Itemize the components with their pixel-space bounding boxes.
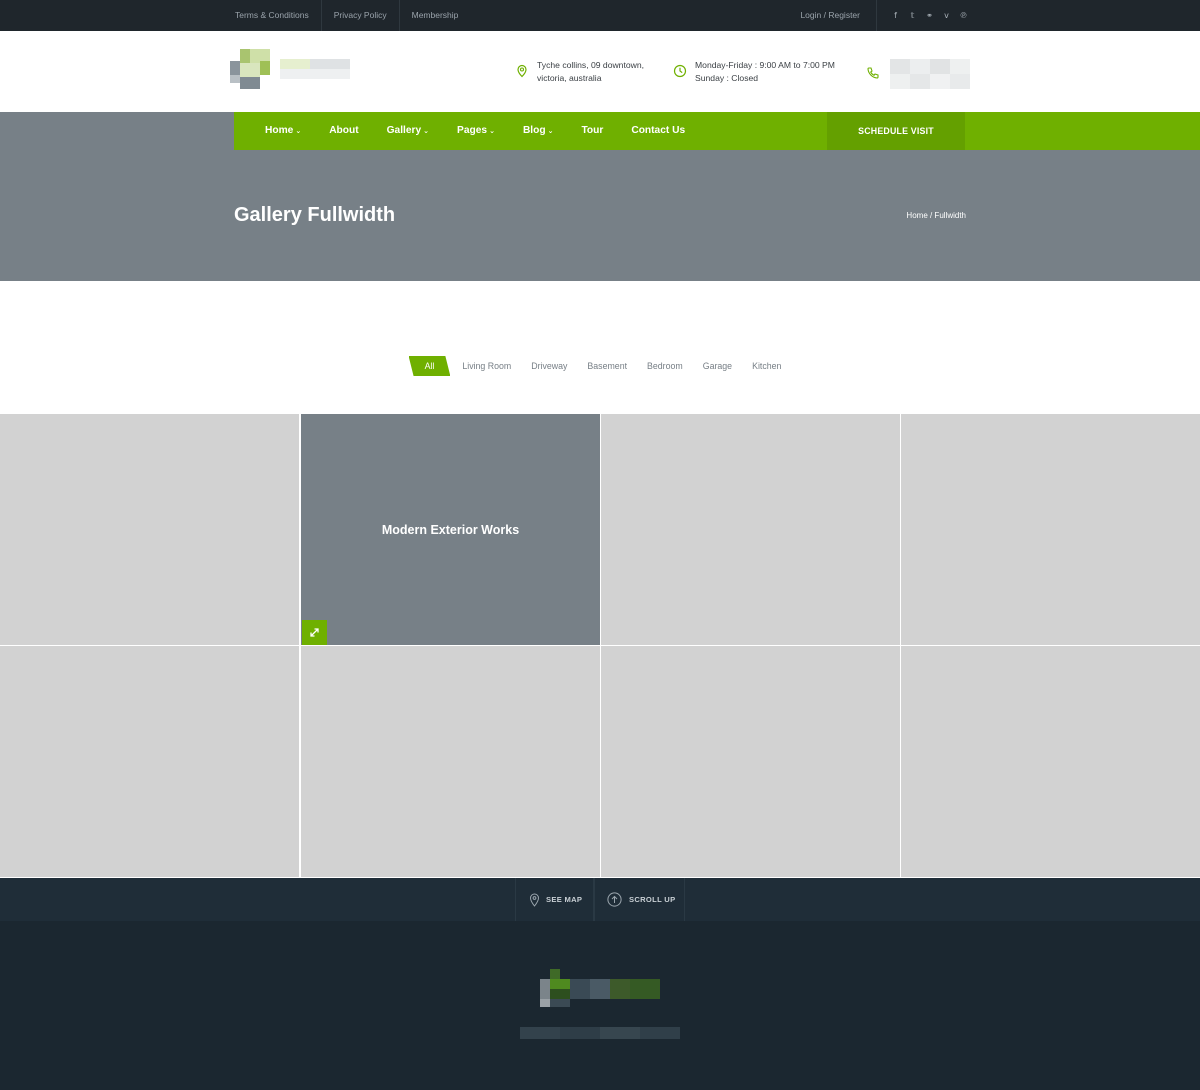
schedule-visit-button[interactable]: SCHEDULE VISIT — [827, 112, 965, 150]
phone-icon — [867, 67, 879, 79]
filter-garage[interactable]: Garage — [693, 356, 742, 376]
gallery-tile[interactable] — [0, 414, 299, 645]
footer-logo[interactable] — [540, 969, 660, 1009]
address-text: Tyche collins, 09 downtown, victoria, au… — [537, 59, 644, 84]
site-header: Tyche collins, 09 downtown, victoria, au… — [0, 31, 1200, 112]
filter-bedroom[interactable]: Bedroom — [637, 356, 693, 376]
gallery-tile[interactable] — [301, 646, 600, 877]
nav-about-label: About — [329, 125, 359, 136]
hours-line-2: Sunday : Closed — [695, 72, 759, 83]
nav-pages[interactable]: Pages ⌄ — [443, 112, 509, 150]
top-right: Login / Register f 𝕥 ⚭ v ℗ — [800, 0, 972, 31]
membership-link[interactable]: Membership — [400, 0, 471, 31]
filter-all[interactable]: All — [408, 356, 451, 376]
gallery-tile-hovered[interactable]: Modern Exterior Works — [301, 414, 600, 645]
link-icon[interactable]: ⚭ — [921, 11, 938, 20]
phone-number-blurred — [890, 59, 970, 89]
chevron-down-icon: ⌄ — [489, 127, 495, 135]
chevron-down-icon: ⌄ — [295, 127, 302, 135]
nav-gallery[interactable]: Gallery ⌄ — [373, 112, 443, 150]
arrow-up-icon — [607, 892, 622, 907]
facebook-icon[interactable]: f — [887, 11, 904, 20]
see-map-label: SEE MAP — [546, 895, 583, 904]
site-logo[interactable] — [230, 49, 352, 91]
login-register-link[interactable]: Login / Register — [800, 0, 877, 31]
privacy-link[interactable]: Privacy Policy — [322, 0, 400, 31]
gallery-tile[interactable] — [601, 646, 900, 877]
vimeo-icon[interactable]: v — [938, 11, 955, 20]
gallery-tile[interactable] — [901, 646, 1200, 877]
nav-pages-label: Pages — [457, 125, 488, 136]
nav-tour[interactable]: Tour — [567, 112, 617, 150]
gallery-filters: All Living Room Driveway Basement Bedroo… — [0, 356, 1200, 376]
see-map-button[interactable]: SEE MAP — [515, 878, 594, 921]
address-info: Tyche collins, 09 downtown, victoria, au… — [515, 59, 644, 84]
nav-contact-label: Contact Us — [631, 125, 686, 136]
footer-action-bar: SEE MAP SCROLL UP — [0, 878, 1200, 921]
scroll-up-label: SCROLL UP — [629, 895, 676, 904]
gallery-tile[interactable] — [601, 414, 900, 645]
site-footer — [0, 921, 1200, 1090]
chevron-down-icon: ⌄ — [547, 127, 554, 135]
footer-tagline-blurred — [520, 1027, 680, 1039]
scroll-up-button[interactable]: SCROLL UP — [594, 878, 685, 921]
chevron-down-icon: ⌄ — [423, 127, 430, 135]
nav-home[interactable]: Home ⌄ — [234, 112, 315, 150]
address-line-1: Tyche collins, 09 downtown, — [537, 60, 645, 70]
filter-kitchen[interactable]: Kitchen — [742, 356, 791, 376]
address-line-2: victoria, australia — [537, 72, 602, 83]
expand-button[interactable] — [302, 620, 327, 645]
location-pin-icon — [517, 64, 527, 78]
filter-basement[interactable]: Basement — [577, 356, 637, 376]
expand-icon — [310, 628, 319, 637]
filter-living-room[interactable]: Living Room — [452, 356, 521, 376]
social-links: f 𝕥 ⚭ v ℗ — [877, 11, 972, 20]
tile-title: Modern Exterior Works — [381, 523, 520, 537]
twitter-icon[interactable]: 𝕥 — [904, 11, 921, 20]
terms-link[interactable]: Terms & Conditions — [223, 0, 322, 31]
nav-blog[interactable]: Blog ⌄ — [509, 112, 568, 150]
nav-tour-label: Tour — [581, 125, 604, 136]
top-links: Terms & Conditions Privacy Policy Member… — [223, 0, 470, 31]
gallery-tile[interactable] — [901, 414, 1200, 645]
top-bar: Terms & Conditions Privacy Policy Member… — [0, 0, 1200, 31]
hours-text: Monday-Friday : 9:00 AM to 7:00 PM Sunda… — [695, 59, 835, 84]
page-title: Gallery Fullwidth — [234, 204, 396, 226]
filter-driveway[interactable]: Driveway — [521, 356, 577, 376]
clock-icon — [673, 64, 687, 78]
main-nav: Home ⌄ About Gallery ⌄ Pages ⌄ Blog ⌄ Tour C… — [234, 112, 1200, 150]
gallery-grid: Modern Exterior Works — [0, 413, 1200, 878]
gallery-tile[interactable] — [0, 646, 299, 877]
nav-home-label: Home — [265, 125, 294, 136]
nav-about[interactable]: About — [315, 112, 372, 150]
hours-line-1: Monday-Friday : 9:00 AM to 7:00 PM — [695, 60, 835, 70]
breadcrumb[interactable]: Home / Fullwidth — [906, 211, 966, 220]
nav-gallery-label: Gallery — [386, 125, 422, 136]
pinterest-icon[interactable]: ℗ — [955, 11, 972, 20]
hours-info: Monday-Friday : 9:00 AM to 7:00 PM Sunda… — [673, 59, 835, 84]
map-pin-icon — [529, 892, 540, 907]
nav-blog-label: Blog — [522, 125, 546, 136]
page-hero: Home ⌄ About Gallery ⌄ Pages ⌄ Blog ⌄ Tour C… — [0, 112, 1200, 281]
nav-contact[interactable]: Contact Us — [617, 112, 699, 150]
